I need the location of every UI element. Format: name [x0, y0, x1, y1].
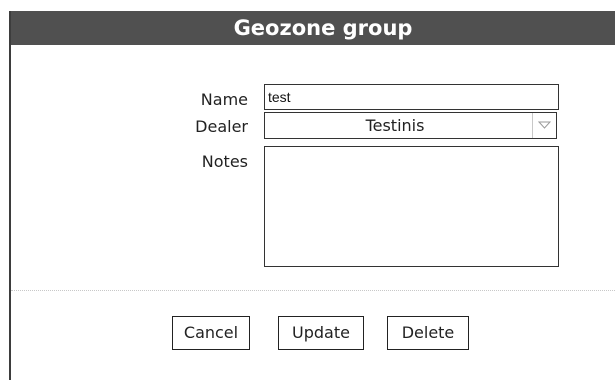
form-area: Name Dealer Testinis Notes	[11, 45, 615, 291]
cancel-button[interactable]: Cancel	[172, 316, 250, 350]
name-input[interactable]	[264, 84, 559, 110]
geozone-group-dialog: Geozone group Name Dealer Testinis Notes…	[9, 11, 615, 380]
notes-textarea[interactable]	[264, 146, 559, 267]
dealer-label: Dealer	[195, 117, 248, 136]
dealer-select[interactable]: Testinis	[264, 112, 557, 139]
name-label: Name	[200, 90, 248, 109]
dealer-selected-value: Testinis	[365, 116, 425, 135]
delete-button[interactable]: Delete	[387, 316, 469, 350]
dialog-title: Geozone group	[11, 11, 615, 45]
update-button[interactable]: Update	[278, 316, 364, 350]
notes-label: Notes	[201, 152, 248, 171]
chevron-down-icon	[538, 121, 551, 129]
dealer-dropdown-button[interactable]	[532, 113, 556, 138]
